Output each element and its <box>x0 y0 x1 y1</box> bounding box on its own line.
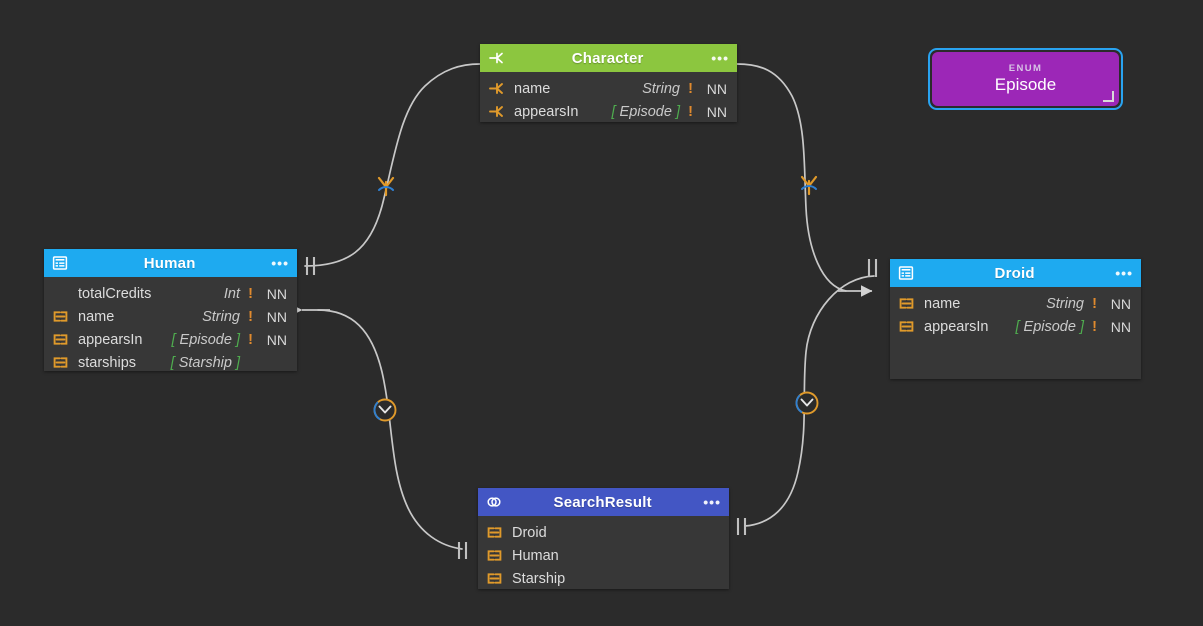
node-searchresult-header[interactable]: SearchResult ••• <box>478 488 729 516</box>
field-row[interactable]: Droid <box>478 521 729 544</box>
enum-kicker-label: ENUM <box>1008 63 1043 74</box>
field-row[interactable]: starships [ Starship ] ! NN <box>44 351 297 374</box>
node-searchresult-menu-icon[interactable]: ••• <box>703 495 721 509</box>
node-human-fields: totalCredits Int ! NN name String ! NN a… <box>44 277 297 380</box>
field-name: Starship <box>512 570 566 587</box>
field-type: String <box>202 308 240 325</box>
crowsfoot-marker-right <box>800 175 818 196</box>
field-required-marker: ! <box>688 103 693 120</box>
field-name: appearsIn <box>514 103 579 120</box>
field-row[interactable]: Starship <box>478 567 729 590</box>
node-character-fields: name String ! NN appearsIn [ Episode ] !… <box>480 72 737 129</box>
node-character[interactable]: Character ••• name String ! NN appearsIn… <box>480 44 737 122</box>
field-name: name <box>514 80 551 97</box>
field-row[interactable]: appearsIn [ Episode ] ! NN <box>890 315 1141 338</box>
node-character-header[interactable]: Character ••• <box>480 44 737 72</box>
node-searchresult-members: Droid Human Starship <box>478 516 729 596</box>
node-droid-title: Droid <box>994 264 1035 282</box>
field-nn-badge: NN <box>1110 295 1131 312</box>
link-field-icon <box>486 524 503 541</box>
edge-human-character <box>304 63 481 267</box>
link-field-icon <box>52 331 69 348</box>
field-nn-badge: NN <box>706 103 727 120</box>
node-human-header[interactable]: Human ••• <box>44 249 297 277</box>
field-name: appearsIn <box>924 318 989 335</box>
field-type-text: Episode <box>1023 318 1076 335</box>
table-icon <box>52 255 68 271</box>
node-episode-title: Episode <box>994 75 1057 94</box>
edge-collapse-toggle-right[interactable] <box>793 389 821 417</box>
link-field-icon <box>52 308 69 325</box>
link-field-icon <box>486 570 503 587</box>
node-droid-fields: name String ! NN appearsIn [ Episode ] !… <box>890 287 1141 344</box>
field-row[interactable]: appearsIn [ Episode ] ! NN <box>480 100 737 123</box>
node-droid-menu-icon[interactable]: ••• <box>1115 266 1133 280</box>
field-name: name <box>924 295 961 312</box>
node-human-menu-icon[interactable]: ••• <box>271 256 289 270</box>
field-name: name <box>78 308 115 325</box>
field-type: [ Episode ] <box>1015 318 1084 335</box>
interface-field-icon <box>488 80 505 97</box>
node-searchresult[interactable]: SearchResult ••• Droid Human Starship <box>478 488 729 589</box>
node-human[interactable]: Human ••• totalCredits Int ! NN name Str… <box>44 249 297 371</box>
link-field-icon <box>486 547 503 564</box>
field-row[interactable]: totalCredits Int ! NN <box>44 282 297 305</box>
node-character-title: Character <box>571 49 644 67</box>
field-name: totalCredits <box>78 285 152 302</box>
field-required-marker: ! <box>248 308 253 325</box>
field-nn-badge: NN <box>706 80 727 97</box>
node-character-menu-icon[interactable]: ••• <box>711 51 729 65</box>
node-searchresult-title: SearchResult <box>553 493 652 511</box>
edge-character-droid <box>736 63 847 292</box>
node-episode-enum[interactable]: ENUM Episode <box>928 48 1123 110</box>
field-type-text: Episode <box>179 331 232 348</box>
field-name: appearsIn <box>78 331 143 348</box>
link-field-icon <box>898 295 915 312</box>
field-row[interactable]: name String ! NN <box>890 292 1141 315</box>
link-field-icon <box>898 318 915 335</box>
field-name: Droid <box>512 524 547 541</box>
field-type-text: Starship <box>178 354 232 371</box>
field-required-marker: ! <box>1092 295 1097 312</box>
field-row[interactable]: appearsIn [ Episode ] ! NN <box>44 328 297 351</box>
field-required-marker: ! <box>1092 318 1097 335</box>
field-nn-badge: NN <box>266 285 287 302</box>
field-row[interactable]: Human <box>478 544 729 567</box>
field-nn-badge: NN <box>266 308 287 325</box>
field-required-marker: ! <box>688 80 693 97</box>
crowsfoot-marker-left <box>377 176 395 197</box>
node-human-title: Human <box>143 254 196 272</box>
field-type: Int <box>223 285 240 302</box>
resize-handle[interactable] <box>1103 91 1114 102</box>
field-required-marker: ! <box>248 331 253 348</box>
field-type: [ Episode ] <box>171 331 240 348</box>
edge-searchresult-droid <box>744 275 875 527</box>
node-episode-enum-body: ENUM Episode <box>932 52 1119 106</box>
field-type: String <box>1046 295 1084 312</box>
field-nn-badge: NN <box>1110 318 1131 335</box>
field-type-text: Episode <box>619 103 672 120</box>
field-type: String <box>642 80 680 97</box>
edge-collapse-toggle-left[interactable] <box>371 396 399 424</box>
link-field-icon <box>52 354 69 371</box>
field-row[interactable]: name String ! NN <box>480 77 737 100</box>
field-type: [ Episode ] <box>611 103 680 120</box>
interface-crowsfoot-icon <box>488 50 504 66</box>
interface-field-icon <box>488 103 505 120</box>
node-droid-header[interactable]: Droid ••• <box>890 259 1141 287</box>
field-name: Human <box>512 547 559 564</box>
table-icon <box>898 265 914 281</box>
field-required-marker: ! <box>248 285 253 302</box>
edge-arrowheads <box>291 285 873 316</box>
edge-human-searchresult <box>317 309 463 550</box>
field-nn-badge: NN <box>266 331 287 348</box>
field-row[interactable]: name String ! NN <box>44 305 297 328</box>
diagram-canvas[interactable]: Character ••• name String ! NN appearsIn… <box>0 0 1203 626</box>
union-icon <box>486 494 502 510</box>
field-name: starships <box>78 354 137 371</box>
node-droid[interactable]: Droid ••• name String ! NN appearsIn [E… <box>890 259 1141 379</box>
field-type: [ Starship ] <box>170 354 240 371</box>
